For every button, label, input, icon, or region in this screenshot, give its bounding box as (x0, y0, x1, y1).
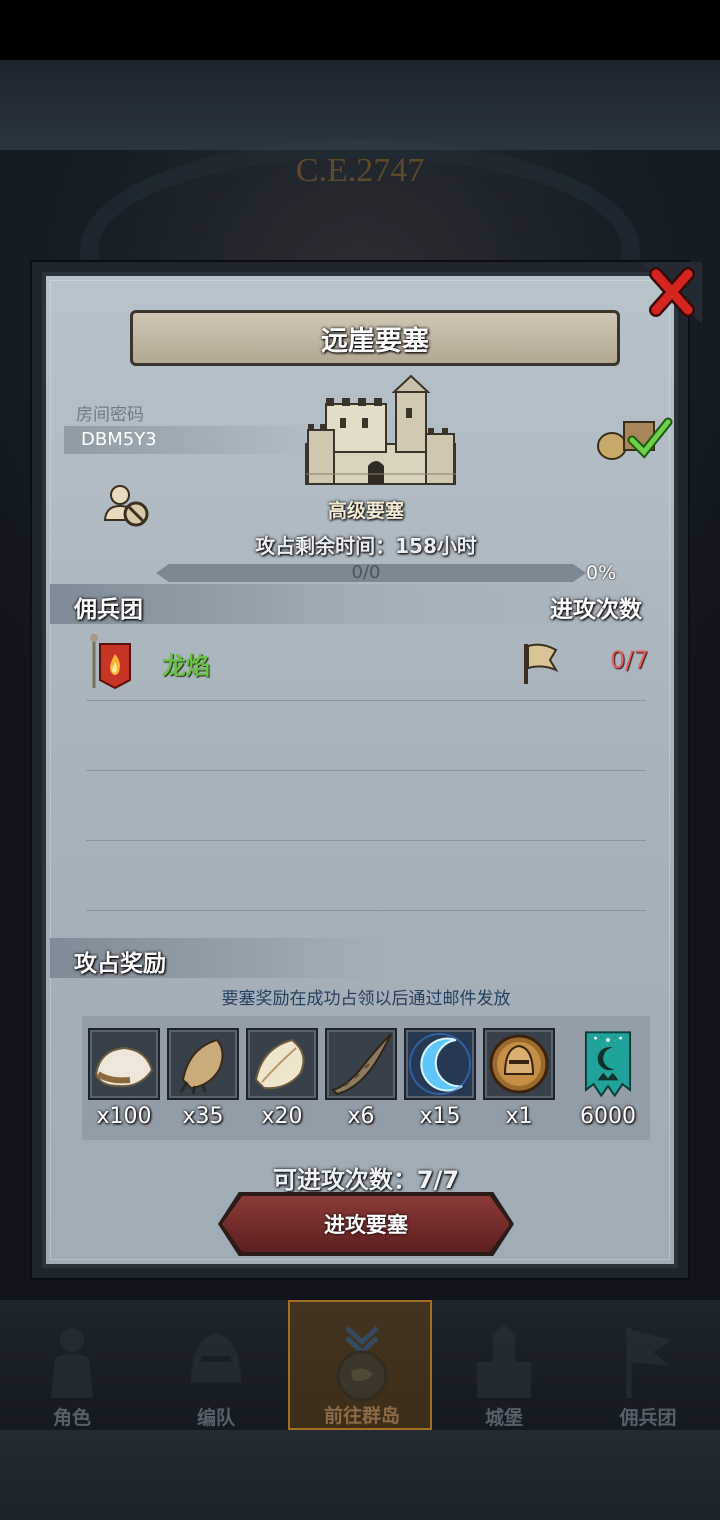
nav-label: 编队 (196, 1407, 235, 1429)
nav-item-castle[interactable]: 城堡 (432, 1300, 576, 1430)
world-compass-icon (336, 1326, 388, 1402)
fortress-icon (296, 374, 457, 490)
reward-list: x100 x35 x20 x6 x15 x1 6000 (82, 1016, 650, 1140)
reward-qty: x6 (347, 1104, 375, 1129)
reward-note: 要塞奖励在成功占领以后通过邮件发放 (221, 989, 511, 1009)
nav-item-go-archipelago[interactable]: 前往群岛 (288, 1300, 432, 1430)
nav-item-mercenary[interactable]: 佣兵团 (576, 1300, 720, 1430)
available-attacks: 可进攻次数：7/7 (272, 1166, 460, 1194)
nav-label: 佣兵团 (619, 1407, 677, 1429)
reward-item[interactable]: x1 (483, 1028, 555, 1129)
nav-item-formation[interactable]: 编队 (144, 1300, 288, 1430)
row-divider (86, 770, 646, 771)
status-bar (0, 0, 720, 60)
reward-qty: x1 (505, 1104, 533, 1129)
row-divider (86, 700, 646, 701)
attack-fortress-button[interactable]: 进攻要塞 (222, 1196, 510, 1252)
system-bottom-bar (0, 1430, 720, 1520)
reward-item[interactable]: 6000 (572, 1028, 644, 1129)
close-button[interactable] (640, 262, 702, 324)
capture-progress-percent: 0% (586, 562, 617, 584)
fortress-dialog: 远崖要塞 房间密码 DBM5Y3 高级要塞 攻占剩余时间：158小时 0/0 0… (30, 260, 702, 1280)
attacks-header: 进攻次数 (550, 597, 642, 623)
background-band (0, 60, 720, 150)
mercenary-section-header: 佣兵团 进攻次数 (50, 584, 670, 624)
rewards-section-header: 攻占奖励 (50, 938, 670, 978)
reward-qty: x35 (182, 1104, 224, 1129)
mercenary-header: 佣兵团 (74, 597, 143, 623)
mercenary-flag-icon (626, 1328, 671, 1398)
fortress-type: 高级要塞 (327, 500, 404, 522)
reward-item[interactable]: x20 (246, 1028, 318, 1129)
mercenary-row[interactable]: 龙焰 0/7 (50, 626, 670, 698)
dialog-title: 远崖要塞 (321, 325, 429, 357)
reward-qty: 6000 (580, 1104, 636, 1129)
helmet-formation-icon (191, 1334, 241, 1382)
knight-icon (51, 1328, 93, 1398)
nav-item-character[interactable]: 角色 (0, 1300, 144, 1430)
attack-fortress-label: 进攻要塞 (324, 1213, 408, 1237)
mercenary-attack-count: 0/7 (610, 646, 649, 674)
bottom-navigation: 角色 编队 前往群岛 城堡 佣兵团 (0, 1300, 720, 1430)
nav-label: 前往群岛 (323, 1405, 400, 1427)
mercenary-banner-icon (86, 632, 136, 690)
row-divider (86, 840, 646, 841)
fur-pelt-icon (94, 1046, 154, 1088)
title-banner: 远崖要塞 (130, 310, 620, 366)
reward-item[interactable]: x100 (88, 1028, 160, 1129)
reward-qty: x100 (96, 1104, 152, 1129)
dialog-panel: 远崖要塞 房间密码 DBM5Y3 高级要塞 攻占剩余时间：158小时 0/0 0… (42, 272, 678, 1268)
knight-helmet-icon (489, 1034, 549, 1094)
supply-check-icon[interactable] (594, 408, 674, 464)
room-password-value: DBM5Y3 (81, 429, 157, 450)
mercenary-name: 龙焰 (162, 652, 210, 680)
horn-icon (331, 1033, 392, 1096)
crescent-rune-icon (409, 1033, 471, 1095)
room-password-label: 房间密码 (76, 405, 144, 425)
remaining-time: 攻占剩余时间：158小时 (255, 534, 477, 558)
reward-item[interactable]: x15 (404, 1028, 476, 1129)
reward-qty: x20 (261, 1104, 303, 1129)
reward-qty: x15 (419, 1104, 461, 1129)
close-icon (640, 262, 702, 324)
capture-progress-text: 0/0 (351, 562, 381, 583)
feather-hide-icon (254, 1038, 305, 1090)
reward-item[interactable]: x35 (167, 1028, 239, 1129)
nav-label: 角色 (52, 1407, 91, 1429)
castle-icon (477, 1324, 531, 1398)
row-divider (86, 910, 646, 911)
beast-claw-icon (179, 1038, 224, 1095)
rewards-header: 攻占奖励 (74, 951, 166, 977)
nav-label: 城堡 (484, 1407, 523, 1429)
reward-item[interactable]: x6 (325, 1028, 397, 1129)
attack-flag-icon (520, 640, 560, 686)
guild-banner-icon (584, 1031, 632, 1098)
